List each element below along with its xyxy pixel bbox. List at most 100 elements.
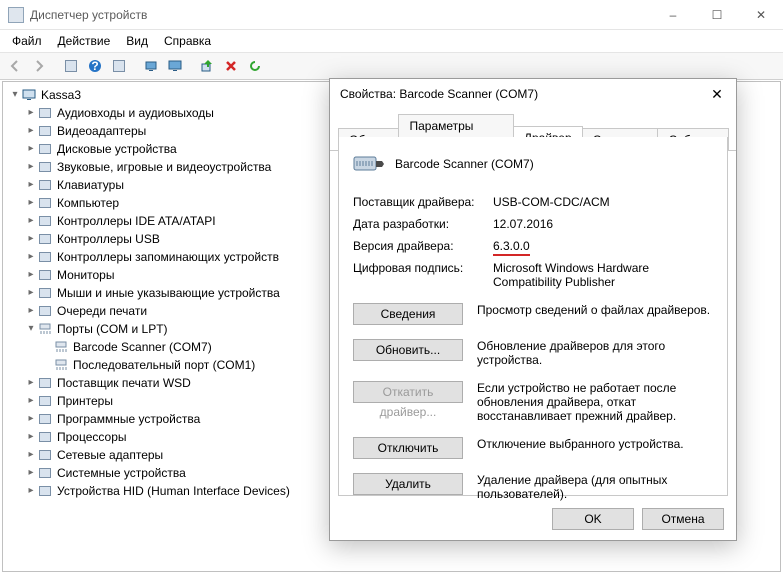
expand-icon[interactable]: ▸	[25, 233, 37, 245]
date-label: Дата разработки:	[353, 217, 493, 231]
ok-button[interactable]: OK	[552, 508, 634, 530]
device-name: Barcode Scanner (COM7)	[395, 157, 534, 171]
version-label: Версия драйвера:	[353, 239, 493, 253]
dialog-titlebar[interactable]: Свойства: Barcode Scanner (COM7) ✕	[330, 79, 736, 109]
expand-icon[interactable]: ▸	[25, 251, 37, 263]
expand-icon[interactable]: ▸	[25, 449, 37, 461]
category-icon	[37, 267, 53, 283]
menu-action[interactable]: Действие	[50, 32, 119, 50]
category-icon	[37, 285, 53, 301]
category-icon	[37, 447, 53, 463]
scan-hardware-icon[interactable]	[196, 55, 218, 77]
uninstall-driver-desc: Удаление драйвера (для опытных пользоват…	[477, 473, 713, 501]
toolbar-separator	[188, 55, 194, 77]
nav-forward-icon[interactable]	[28, 55, 50, 77]
category-icon	[37, 105, 53, 121]
dialog-footer: OK Отмена	[552, 508, 724, 530]
expand-icon[interactable]: ▸	[25, 179, 37, 191]
expand-icon[interactable]: ▸	[25, 305, 37, 317]
dialog-title: Свойства: Barcode Scanner (COM7)	[340, 87, 700, 101]
expand-icon[interactable]: ▸	[25, 467, 37, 479]
maximize-button[interactable]: ☐	[695, 0, 739, 30]
disable-device-desc: Отключение выбранного устройства.	[477, 437, 713, 451]
nav-back-icon[interactable]	[4, 55, 26, 77]
category-icon	[37, 141, 53, 157]
computer-icon	[21, 87, 37, 103]
expand-icon[interactable]: ▾	[9, 89, 21, 101]
monitor-small-icon[interactable]	[140, 55, 162, 77]
menu-file[interactable]: Файл	[4, 32, 50, 50]
category-icon	[37, 483, 53, 499]
tree-category-label: Аудиовходы и аудиовыходы	[57, 104, 214, 122]
category-icon	[37, 231, 53, 247]
category-icon	[37, 213, 53, 229]
category-icon	[37, 159, 53, 175]
expand-icon[interactable]: ▾	[25, 323, 37, 335]
update-driver-button[interactable]: Обновить...	[353, 339, 463, 361]
rollback-driver-button: Откатить драйвер...	[353, 381, 463, 403]
category-icon	[37, 249, 53, 265]
tree-device-label: Последовательный порт (COM1)	[73, 356, 255, 374]
tree-category-label: Поставщик печати WSD	[57, 374, 191, 392]
category-icon	[37, 411, 53, 427]
tree-category-label: Программные устройства	[57, 410, 200, 428]
driver-details-button[interactable]: Сведения	[353, 303, 463, 325]
menu-help[interactable]: Справка	[156, 32, 219, 50]
update-driver-icon[interactable]	[244, 55, 266, 77]
port-icon	[53, 357, 69, 373]
tree-category-label: Очереди печати	[57, 302, 147, 320]
version-value: 6.3.0.0	[493, 239, 713, 253]
update-driver-desc: Обновление драйверов для этого устройств…	[477, 339, 713, 367]
tree-category-label: Контроллеры IDE ATA/ATAPI	[57, 212, 216, 230]
expand-icon[interactable]: ▸	[25, 161, 37, 173]
category-icon	[37, 177, 53, 193]
expand-icon[interactable]: ▸	[25, 287, 37, 299]
tabpage-driver: Barcode Scanner (COM7) Поставщик драйвер…	[338, 137, 728, 496]
close-button[interactable]: ✕	[739, 0, 783, 30]
port-icon	[53, 339, 69, 355]
menu-view[interactable]: Вид	[118, 32, 156, 50]
expand-icon[interactable]: ▸	[25, 395, 37, 407]
expand-icon[interactable]: ▸	[25, 431, 37, 443]
expand-icon[interactable]: ▸	[25, 377, 37, 389]
date-value: 12.07.2016	[493, 217, 713, 231]
signature-value: Microsoft Windows Hardware Compatibility…	[493, 261, 713, 289]
toolbar: ?	[0, 52, 783, 80]
signature-label: Цифровая подпись:	[353, 261, 493, 289]
expand-icon[interactable]: ▸	[25, 107, 37, 119]
device-icon	[353, 151, 385, 177]
toolbar-separator	[132, 55, 138, 77]
port-icon	[37, 321, 53, 337]
expand-icon[interactable]: ▸	[25, 269, 37, 281]
minimize-button[interactable]: –	[651, 0, 695, 30]
tree-category-label: Устройства HID (Human Interface Devices)	[57, 482, 290, 500]
titlebar: Диспетчер устройств – ☐ ✕	[0, 0, 783, 30]
app-icon	[8, 7, 24, 23]
driver-details-desc: Просмотр сведений о файлах драйверов.	[477, 303, 713, 317]
tree-category-label: Мониторы	[57, 266, 114, 284]
svg-text:?: ?	[91, 59, 98, 73]
uninstall-icon[interactable]	[220, 55, 242, 77]
monitor-large-icon[interactable]	[164, 55, 186, 77]
dialog-close-button[interactable]: ✕	[700, 80, 734, 108]
menubar: Файл Действие Вид Справка	[0, 30, 783, 52]
expand-icon[interactable]: ▸	[25, 197, 37, 209]
vendor-label: Поставщик драйвера:	[353, 195, 493, 209]
expand-icon[interactable]: ▸	[25, 413, 37, 425]
expand-icon[interactable]: ▸	[25, 215, 37, 227]
expand-icon[interactable]: ▸	[25, 143, 37, 155]
tree-category-label: Звуковые, игровые и видеоустройства	[57, 158, 271, 176]
cancel-button[interactable]: Отмена	[642, 508, 724, 530]
properties-dialog: Свойства: Barcode Scanner (COM7) ✕ Общие…	[329, 78, 737, 541]
tree-category-label: Контроллеры запоминающих устройств	[57, 248, 279, 266]
properties-icon[interactable]	[108, 55, 130, 77]
uninstall-driver-button[interactable]: Удалить	[353, 473, 463, 495]
help-icon[interactable]: ?	[84, 55, 106, 77]
expand-icon[interactable]: ▸	[25, 485, 37, 497]
category-icon	[37, 303, 53, 319]
category-icon	[37, 195, 53, 211]
disable-device-button[interactable]: Отключить	[353, 437, 463, 459]
category-icon	[37, 375, 53, 391]
show-tree-icon[interactable]	[60, 55, 82, 77]
expand-icon[interactable]: ▸	[25, 125, 37, 137]
